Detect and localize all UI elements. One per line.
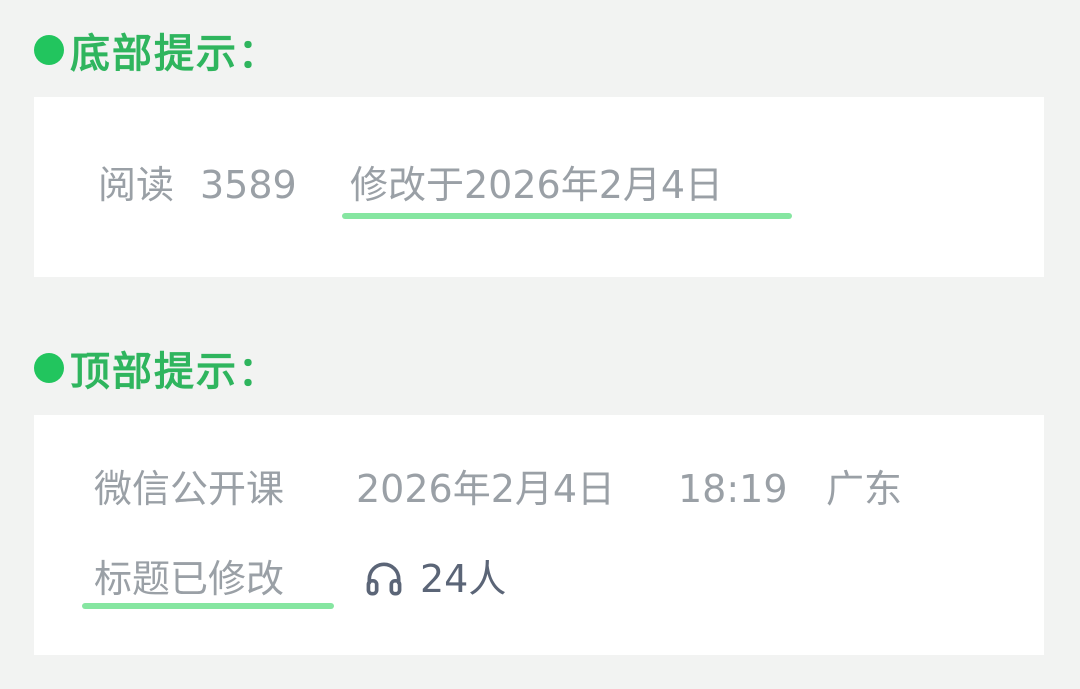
title-modified-label: 标题已修改: [94, 557, 285, 601]
listen-count[interactable]: 24人: [362, 555, 506, 603]
bottom-tip-heading-text: 底部提示：: [70, 31, 280, 77]
top-tip-card: 微信公开课 2026年2月4日 18:19 广东 标题已修改 24人: [34, 415, 1044, 655]
publish-date: 2026年2月4日: [356, 467, 616, 511]
listener-count: 24人: [420, 557, 507, 601]
top-tip-heading: 顶部提示：: [34, 340, 280, 396]
title-modified-underline: [82, 603, 334, 609]
modified-date-text: 修改于2026年2月4日: [350, 163, 724, 207]
read-count: 3589: [200, 163, 297, 207]
top-tip-heading-text: 顶部提示：: [70, 349, 280, 395]
bullet-icon: [34, 35, 64, 65]
read-label: 阅读: [98, 163, 175, 207]
publish-location: 广东: [826, 467, 903, 511]
headphones-icon: [366, 562, 402, 596]
account-name[interactable]: 微信公开课: [94, 465, 284, 513]
bullet-icon: [34, 353, 64, 383]
bottom-tip-card: 阅读 3589 修改于2026年2月4日: [34, 97, 1044, 277]
bottom-tip-heading: 底部提示：: [34, 22, 280, 78]
modified-date-underline: [342, 213, 792, 219]
publish-time: 18:19: [678, 467, 788, 511]
